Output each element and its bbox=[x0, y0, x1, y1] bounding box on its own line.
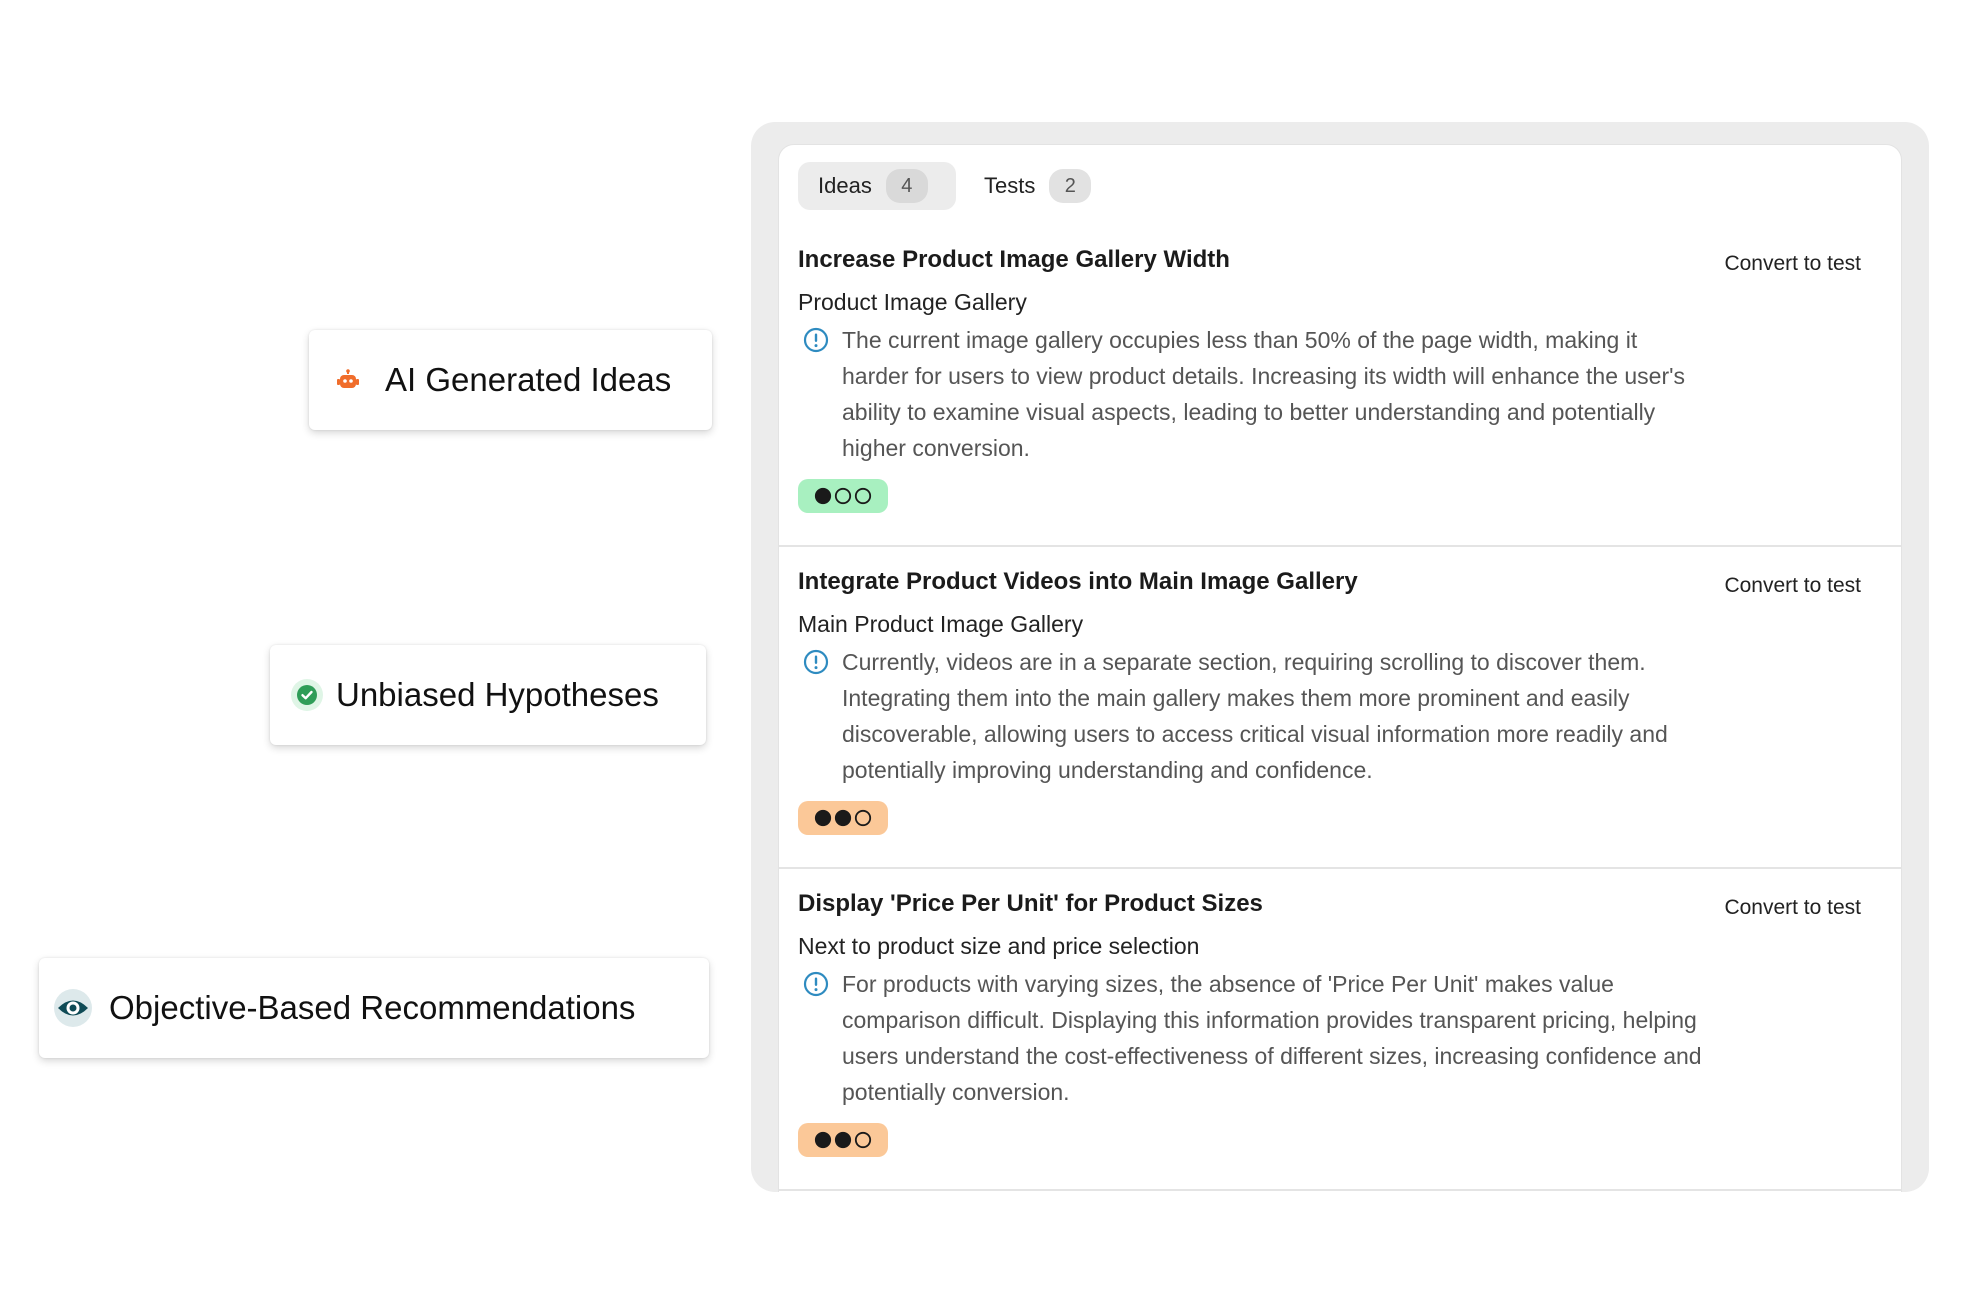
idea-area: Next to product size and price selection bbox=[798, 933, 1200, 959]
impact-level-badge bbox=[798, 801, 888, 835]
idea-card: Display 'Price Per Unit' for Product Siz… bbox=[779, 869, 1901, 1191]
idea-area: Main Product Image Gallery bbox=[798, 611, 1084, 637]
impact-level-badge bbox=[798, 1123, 888, 1157]
tab-ideas[interactable]: Ideas 4 bbox=[798, 162, 956, 210]
eye-icon bbox=[51, 986, 95, 1030]
tab-label: Ideas bbox=[818, 173, 872, 198]
tab-bar: Ideas 4 Tests 2 bbox=[798, 162, 1099, 210]
ideas-panel: Ideas 4 Tests 2 Increase Product Image G… bbox=[778, 144, 1902, 1192]
info-icon bbox=[803, 649, 829, 675]
idea-description: Currently, videos are in a separate sect… bbox=[842, 649, 1668, 783]
tab-count-badge: 2 bbox=[1049, 169, 1092, 203]
info-icon bbox=[803, 327, 829, 353]
idea-description: The current image gallery occupies less … bbox=[842, 327, 1686, 461]
tab-tests[interactable]: Tests 2 bbox=[964, 162, 1099, 210]
convert-to-test-button[interactable]: Convert to test bbox=[1724, 252, 1861, 276]
check-circle-icon bbox=[288, 676, 326, 714]
feature-label: Unbiased Hypotheses bbox=[336, 676, 659, 713]
idea-area: Product Image Gallery bbox=[798, 289, 1027, 315]
idea-title: Integrate Product Videos into Main Image… bbox=[798, 568, 1358, 595]
feature-label: AI Generated Ideas bbox=[385, 361, 672, 398]
feature-objective-based-recommendations: Objective-Based Recommendations bbox=[39, 958, 709, 1058]
impact-dots-icon bbox=[814, 809, 872, 827]
convert-to-test-button[interactable]: Convert to test bbox=[1724, 574, 1861, 598]
tab-count-badge: 4 bbox=[885, 169, 928, 203]
tab-label: Tests bbox=[984, 173, 1036, 198]
idea-card: Integrate Product Videos into Main Image… bbox=[779, 547, 1901, 869]
robot-icon bbox=[329, 361, 367, 399]
convert-to-test-button[interactable]: Convert to test bbox=[1724, 896, 1861, 920]
feature-ai-generated-ideas: AI Generated Ideas bbox=[309, 330, 712, 430]
impact-level-badge bbox=[798, 479, 888, 513]
idea-title: Increase Product Image Gallery Width bbox=[798, 246, 1230, 273]
impact-dots-icon bbox=[814, 1131, 872, 1149]
feature-label: Objective-Based Recommendations bbox=[109, 989, 636, 1026]
idea-card: Increase Product Image Gallery Width Con… bbox=[779, 225, 1901, 547]
idea-description: For products with varying sizes, the abs… bbox=[842, 971, 1702, 1105]
ideas-panel-frame: Ideas 4 Tests 2 Increase Product Image G… bbox=[751, 122, 1929, 1192]
feature-unbiased-hypotheses: Unbiased Hypotheses bbox=[270, 645, 706, 745]
idea-title: Display 'Price Per Unit' for Product Siz… bbox=[798, 890, 1263, 917]
info-icon bbox=[803, 971, 829, 997]
impact-dots-icon bbox=[814, 487, 872, 505]
